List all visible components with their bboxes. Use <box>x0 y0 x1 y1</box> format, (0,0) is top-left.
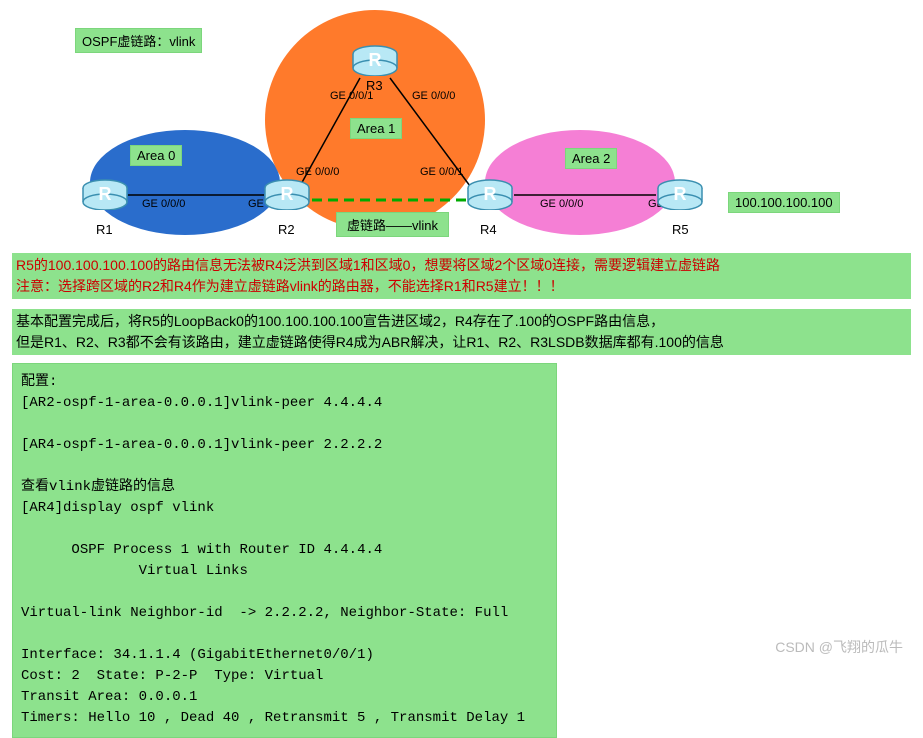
svg-text:R: R <box>674 184 687 204</box>
r2-label: R2 <box>278 222 295 237</box>
r3-label: R3 <box>366 78 383 93</box>
area2-label: Area 2 <box>565 148 617 169</box>
r2-interface1-label: GE 0/0/0 <box>296 166 339 178</box>
svg-text:R: R <box>99 184 112 204</box>
r4-interface1-label: GE 0/0/1 <box>420 166 463 178</box>
area1-label: Area 1 <box>350 118 402 139</box>
svg-text:R: R <box>281 184 294 204</box>
r3-interface0-label: GE 0/0/0 <box>412 90 455 102</box>
config-title: 配置: <box>21 374 57 390</box>
svg-text:R: R <box>484 184 497 204</box>
network-diagram: OSPF虚链路：vlink Area 0 Area 1 Area 2 虚链路——… <box>0 0 923 245</box>
info-text: 基本配置完成后，将R5的LoopBack0的100.100.100.100宣告进… <box>12 309 911 355</box>
svg-text:R: R <box>369 50 382 70</box>
r4-label: R4 <box>480 222 497 237</box>
description-block: R5的100.100.100.100的路由信息无法被R4泛洪到区域1和区域0，想… <box>0 245 923 355</box>
r1-interface-label: GE 0/0/0 <box>142 198 185 210</box>
router-r2-icon: R <box>262 178 312 210</box>
r5-label: R5 <box>672 222 689 237</box>
watermark-text: CSDN @飞翔的瓜牛 <box>775 637 903 657</box>
title-label: OSPF虚链路：vlink <box>75 28 202 53</box>
router-r4-icon: R <box>465 178 515 210</box>
r1-label: R1 <box>96 222 113 237</box>
ip-label: 100.100.100.100 <box>728 192 840 213</box>
config-output: 配置: [AR2-ospf-1-area-0.0.0.1]vlink-peer … <box>12 363 557 738</box>
router-r3-icon: R <box>350 44 400 76</box>
area0-label: Area 0 <box>130 145 182 166</box>
router-r5-icon: R <box>655 178 705 210</box>
vlink-label: 虚链路——vlink <box>336 212 449 237</box>
warning-text: R5的100.100.100.100的路由信息无法被R4泛洪到区域1和区域0，想… <box>12 253 911 299</box>
config-content: [AR2-ospf-1-area-0.0.0.1]vlink-peer 4.4.… <box>21 395 525 726</box>
r4-interface0-label: GE 0/0/0 <box>540 198 583 210</box>
router-r1-icon: R <box>80 178 130 210</box>
